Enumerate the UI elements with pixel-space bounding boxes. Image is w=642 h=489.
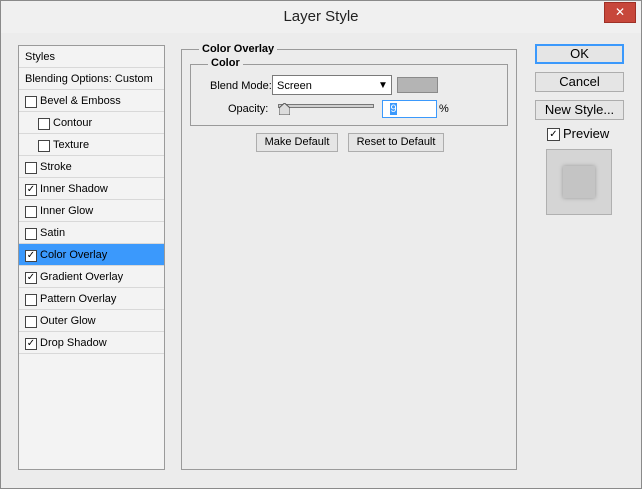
style-checkbox[interactable]	[25, 206, 37, 218]
color-swatch[interactable]	[397, 77, 438, 93]
style-item-outer-glow[interactable]: Outer Glow	[19, 310, 164, 332]
blend-mode-label: Blend Mode:	[210, 80, 272, 92]
style-item-label: Stroke	[40, 161, 72, 173]
style-item-label: Contour	[53, 117, 93, 129]
style-checkbox[interactable]	[25, 96, 37, 108]
make-default-button[interactable]: Make Default	[256, 133, 338, 152]
title-bar: Layer Style ✕	[1, 1, 641, 33]
style-item-label: Styles	[25, 51, 55, 63]
blend-mode-select[interactable]: Screen ▼	[272, 75, 392, 95]
style-item-color-overlay[interactable]: ✓ Color Overlay	[19, 244, 164, 266]
style-item-stroke[interactable]: Stroke	[19, 156, 164, 178]
opacity-input[interactable]: 9	[382, 100, 437, 118]
style-item-gradient-overlay[interactable]: ✓ Gradient Overlay	[19, 266, 164, 288]
style-checkbox[interactable]	[25, 162, 37, 174]
style-item-drop-shadow[interactable]: ✓ Drop Shadow	[19, 332, 164, 354]
cancel-button[interactable]: Cancel	[535, 72, 624, 92]
style-item-label: Texture	[53, 139, 90, 151]
style-item-label: Outer Glow	[40, 315, 96, 327]
style-checkbox[interactable]	[38, 140, 50, 152]
opacity-slider-thumb[interactable]	[279, 103, 290, 115]
style-checkbox[interactable]	[38, 118, 50, 130]
style-item-texture[interactable]: Texture	[19, 134, 164, 156]
layer-style-dialog: Layer Style ✕ Styles Blending Options: Cu…	[0, 0, 642, 489]
style-checkbox[interactable]: ✓	[25, 184, 37, 196]
style-item-blending-options-custom[interactable]: Blending Options: Custom	[19, 68, 164, 90]
reset-to-default-button[interactable]: Reset to Default	[348, 133, 444, 152]
preview-swatch	[563, 166, 595, 198]
preview-label: Preview	[563, 126, 610, 141]
style-item-label: Blending Options: Custom	[25, 73, 153, 85]
style-item-pattern-overlay[interactable]: Pattern Overlay	[19, 288, 164, 310]
close-button[interactable]: ✕	[604, 2, 636, 23]
blend-mode-value: Screen	[277, 80, 312, 92]
style-item-label: Gradient Overlay	[40, 271, 124, 283]
close-icon: ✕	[614, 5, 626, 19]
ok-button[interactable]: OK	[535, 44, 624, 64]
style-checkbox[interactable]	[25, 294, 37, 306]
style-item-contour[interactable]: Contour	[19, 112, 164, 134]
styles-list: Styles Blending Options: Custom Bevel & Em…	[18, 45, 165, 470]
preview-checkbox[interactable]: ✓	[547, 128, 560, 141]
style-checkbox[interactable]	[25, 228, 37, 240]
style-item-label: Pattern Overlay	[40, 293, 117, 305]
style-checkbox[interactable]: ✓	[25, 250, 37, 262]
style-item-label: Inner Shadow	[40, 183, 108, 195]
style-checkbox[interactable]: ✓	[25, 338, 37, 350]
group-title: Color Overlay	[199, 42, 278, 56]
opacity-value: 9	[390, 103, 397, 115]
color-subgroup	[190, 64, 508, 126]
style-item-inner-shadow[interactable]: ✓ Inner Shadow	[19, 178, 164, 200]
style-item-satin[interactable]: Satin	[19, 222, 164, 244]
style-checkbox[interactable]	[25, 316, 37, 328]
opacity-unit: %	[439, 103, 449, 115]
style-item-label: Inner Glow	[40, 205, 94, 217]
dialog-title: Layer Style	[283, 8, 359, 25]
style-item-label: Color Overlay	[40, 249, 108, 261]
style-item-inner-glow[interactable]: Inner Glow	[19, 200, 164, 222]
new-style-button[interactable]: New Style...	[535, 100, 624, 120]
preview-thumbnail	[546, 149, 612, 215]
style-item-label: Drop Shadow	[40, 337, 107, 349]
style-item-bevel-emboss[interactable]: Bevel & Emboss	[19, 90, 164, 112]
style-checkbox[interactable]: ✓	[25, 272, 37, 284]
chevron-down-icon: ▼	[378, 80, 388, 91]
style-item-label: Bevel & Emboss	[40, 95, 121, 107]
subgroup-title: Color	[208, 56, 243, 70]
opacity-label: Opacity:	[228, 103, 269, 115]
style-item-label: Satin	[40, 227, 66, 239]
style-item-styles[interactable]: Styles	[19, 46, 164, 68]
opacity-slider-track[interactable]	[278, 104, 374, 108]
